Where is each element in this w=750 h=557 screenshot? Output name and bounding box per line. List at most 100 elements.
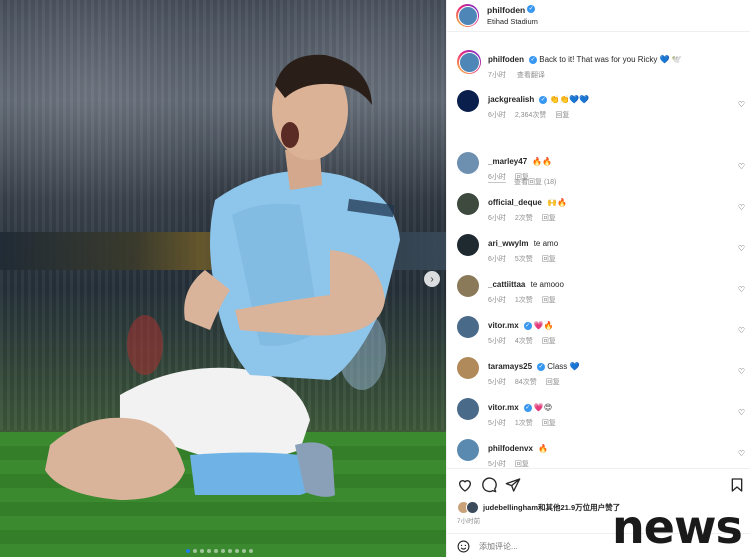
- replies-divider: [488, 181, 506, 183]
- comment-avatar-image: [457, 357, 479, 379]
- comment-username[interactable]: jackgrealish: [488, 95, 534, 104]
- carousel-dot[interactable]: [200, 549, 204, 553]
- comment-like-heart-icon[interactable]: ♡: [738, 162, 745, 171]
- comment-likes[interactable]: 84次赞: [515, 379, 537, 386]
- comment-avatar[interactable]: [457, 316, 479, 338]
- carousel-next-button[interactable]: ›: [424, 271, 440, 287]
- comment-text: te amooo: [530, 280, 564, 289]
- comment-likes[interactable]: 2次赞: [515, 215, 533, 222]
- carousel-dot[interactable]: [249, 549, 253, 553]
- comment-username[interactable]: _marley47: [488, 157, 527, 166]
- comment-avatar[interactable]: [457, 439, 479, 461]
- comment-reply-button[interactable]: 回复: [542, 256, 556, 263]
- comment-reply-button[interactable]: 回复: [515, 461, 529, 468]
- post-time: 7小时前: [457, 518, 481, 525]
- caption-text: Back to it! That was for you Ricky 💙 🕊️: [539, 55, 682, 64]
- comment-like-heart-icon[interactable]: ♡: [738, 449, 745, 458]
- comment-time: 5小时: [488, 420, 506, 427]
- caption-username[interactable]: philfoden: [488, 55, 524, 64]
- carousel-dot[interactable]: [242, 549, 246, 553]
- comment-time: 5小时: [488, 338, 506, 345]
- comment-likes[interactable]: 1次赞: [515, 420, 533, 427]
- comment-reply-button[interactable]: 回复: [542, 338, 556, 345]
- author-avatar[interactable]: [456, 4, 479, 27]
- see-translation-link[interactable]: 查看翻译: [517, 72, 545, 79]
- verified-badge-icon: ✓: [529, 55, 537, 64]
- carousel-dot[interactable]: [207, 549, 211, 553]
- post-location[interactable]: Etihad Stadium: [487, 16, 538, 28]
- comment-username[interactable]: vitor.mx: [488, 403, 519, 412]
- comments-list[interactable]: philfoden ✓ Back to it! That was for you …: [447, 44, 750, 468]
- author-avatar-image: [457, 5, 478, 26]
- comment-text: 🔥🔥: [532, 157, 553, 166]
- liker-avatar: [466, 501, 479, 514]
- comment-reply-button[interactable]: 回复: [555, 112, 569, 119]
- comment-username[interactable]: _cattiittaa: [488, 280, 525, 289]
- comment-time: 5小时: [488, 461, 506, 468]
- comment-like-heart-icon[interactable]: ♡: [738, 244, 745, 253]
- comment-like-heart-icon[interactable]: ♡: [738, 285, 745, 294]
- comment-avatar[interactable]: [457, 234, 479, 256]
- comment-avatar[interactable]: [457, 357, 479, 379]
- comment-avatar[interactable]: [457, 90, 479, 112]
- comment-time: 5小时: [488, 379, 506, 386]
- heart-outline-icon[interactable]: [457, 477, 473, 493]
- comment-text: te amo: [533, 239, 559, 248]
- comment-avatar[interactable]: [457, 152, 479, 174]
- view-replies-label: 查看回复 (18): [514, 179, 557, 186]
- comment-reply-button[interactable]: 回复: [542, 215, 556, 222]
- comment-avatar-image: [457, 234, 479, 256]
- comment-avatar[interactable]: [457, 398, 479, 420]
- comment-reply-button[interactable]: 回复: [546, 379, 560, 386]
- comment-likes[interactable]: 4次赞: [515, 338, 533, 345]
- comment-text: 🙌🔥: [547, 198, 567, 207]
- verified-badge-icon: ✓: [523, 403, 532, 412]
- comment-avatar-image: [457, 439, 479, 461]
- verified-badge-icon: ✓: [537, 362, 546, 371]
- add-comment-input[interactable]: [479, 541, 629, 551]
- comment-username[interactable]: taramays25: [488, 362, 532, 371]
- comment-avatar[interactable]: [457, 275, 479, 297]
- comment-time: 6小时: [488, 215, 506, 222]
- likes-username[interactable]: judebellingham: [483, 503, 538, 512]
- author-username[interactable]: philfoden: [487, 5, 525, 15]
- likes-rest: 和其他21.9万位用户赞了: [538, 503, 621, 512]
- bookmark-icon[interactable]: [729, 477, 745, 493]
- comment-avatar-image: [457, 193, 479, 215]
- comment-reply-button[interactable]: 回复: [542, 297, 556, 304]
- post-photo[interactable]: ›: [0, 0, 446, 557]
- comment-icon[interactable]: [481, 477, 497, 493]
- comment-like-heart-icon[interactable]: ♡: [738, 100, 745, 109]
- carousel-dot[interactable]: [186, 549, 190, 553]
- caption-time: 7小时: [488, 72, 506, 79]
- comment-avatar-image: [457, 275, 479, 297]
- comment-avatar-image: [457, 316, 479, 338]
- comment-username[interactable]: official_deque: [488, 198, 542, 207]
- comment-avatar[interactable]: [457, 193, 479, 215]
- comment-username[interactable]: ari_wwylm: [488, 239, 528, 248]
- comment-like-heart-icon[interactable]: ♡: [738, 408, 745, 417]
- view-replies-link[interactable]: 查看回复 (18): [488, 177, 556, 187]
- comment-avatar-image: [457, 90, 479, 112]
- comment-likes[interactable]: 2,364次赞: [515, 112, 547, 119]
- smiley-icon[interactable]: [457, 540, 470, 553]
- carousel-dot[interactable]: [193, 549, 197, 553]
- comment-username[interactable]: vitor.mx: [488, 321, 519, 330]
- carousel-dot[interactable]: [221, 549, 225, 553]
- comment-like-heart-icon[interactable]: ♡: [738, 203, 745, 212]
- comment-like-heart-icon[interactable]: ♡: [738, 326, 745, 335]
- comment-likes[interactable]: 1次赞: [515, 297, 533, 304]
- comment-username[interactable]: philfodenvx: [488, 444, 533, 453]
- likes-summary[interactable]: judebellingham和其他21.9万位用户赞了: [457, 501, 620, 514]
- comment-text: 🔥: [538, 444, 549, 453]
- comment-like-heart-icon[interactable]: ♡: [738, 367, 745, 376]
- comment-reply-button[interactable]: 回复: [542, 420, 556, 427]
- carousel-dot[interactable]: [214, 549, 218, 553]
- caption-avatar[interactable]: [457, 50, 481, 74]
- post-header: philfoden ✓ Etihad Stadium: [447, 0, 750, 32]
- paper-plane-icon[interactable]: [505, 477, 521, 493]
- carousel-dot[interactable]: [228, 549, 232, 553]
- carousel-dot[interactable]: [235, 549, 239, 553]
- verified-badge-icon: ✓: [539, 95, 548, 104]
- comment-likes[interactable]: 5次赞: [515, 256, 533, 263]
